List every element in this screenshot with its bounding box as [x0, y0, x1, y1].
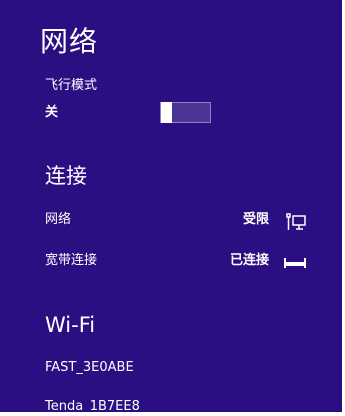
toggle-thumb[interactable]	[161, 102, 172, 123]
connection-name: 网络	[45, 212, 72, 227]
airplane-mode-state: 关	[45, 105, 59, 120]
airplane-mode-toggle[interactable]	[160, 102, 211, 123]
connection-item-network[interactable]: 网络 受限	[0, 208, 342, 232]
airplane-mode-label: 飞行模式	[45, 78, 98, 93]
wifi-network-item[interactable]: Tenda_1B7EE8	[45, 398, 140, 416]
wifi-section-title: Wi-Fi	[45, 313, 96, 337]
connection-status: 已连接	[229, 253, 269, 268]
network-charm-pane: 网络 飞行模式 关 连接 网络 受限 宽带连接 已连接 Wi-Fi FAST_3…	[0, 0, 342, 414]
pane-title: 网络	[40, 25, 99, 58]
connection-item-broadband[interactable]: 宽带连接 已连接	[0, 249, 342, 273]
connection-status: 受限	[242, 212, 269, 227]
broadband-connection-icon	[284, 258, 306, 268]
network-monitor-icon	[286, 213, 306, 230]
connections-section-title: 连接	[45, 164, 87, 188]
connection-name: 宽带连接	[45, 253, 98, 268]
wifi-network-item[interactable]: FAST_3E0ABE	[45, 359, 134, 377]
